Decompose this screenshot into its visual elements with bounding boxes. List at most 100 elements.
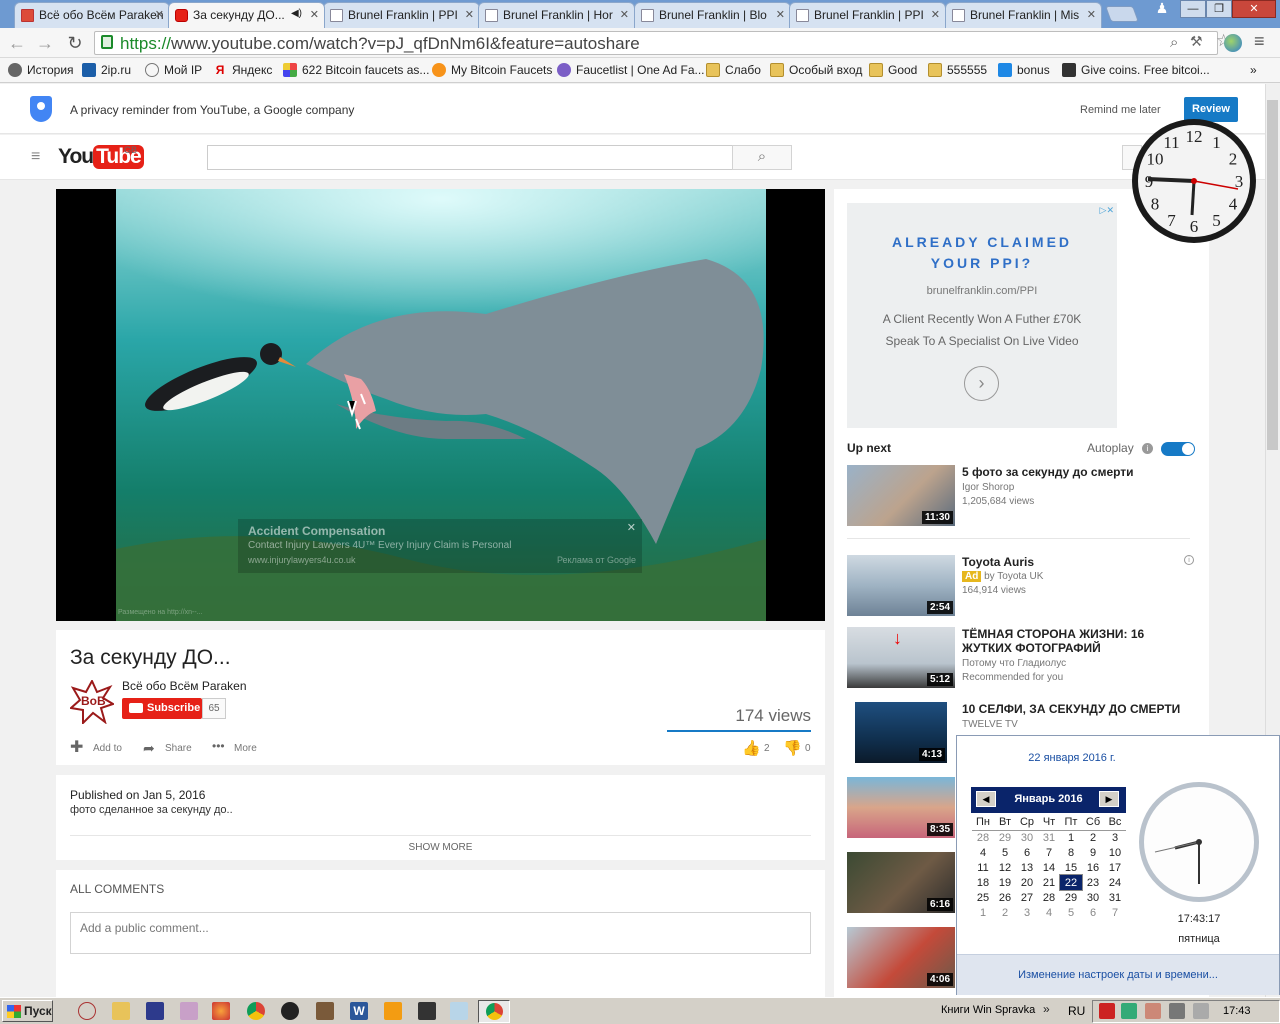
back-arrow-icon[interactable]: ← <box>6 32 28 54</box>
clock-gadget[interactable]: 11 10 9 8 7 6 5 4 3 2 1 12 <box>1130 117 1258 245</box>
bookmark-faucetlist[interactable]: Faucetlist | One Ad Fa... <box>557 63 705 77</box>
calendar-day[interactable]: 30 <box>1016 830 1038 845</box>
calendar-day[interactable]: 11 <box>972 860 994 875</box>
calendar-day[interactable]: 25 <box>972 890 994 905</box>
save-icon[interactable] <box>146 1002 164 1020</box>
close-icon[interactable]: ✕ <box>310 8 319 21</box>
calendar-day[interactable]: 13 <box>1016 860 1038 875</box>
menu-icon[interactable]: ≡ <box>1254 32 1265 50</box>
tab-4[interactable]: Brunel Franklin | Hor ✕ <box>478 2 635 28</box>
calendar-day[interactable]: 26 <box>994 890 1016 905</box>
thumbs-up-icon[interactable]: 👍 <box>742 739 761 757</box>
bookmark-give-coins[interactable]: Give coins. Free bitcoi... <box>1062 63 1210 77</box>
calendar-day[interactable]: 17 <box>1104 860 1126 875</box>
calendar-day[interactable]: 5 <box>1060 905 1082 920</box>
calendar-day[interactable]: 7 <box>1038 845 1060 860</box>
share-icon[interactable]: ➦ <box>143 740 155 757</box>
tray-icon[interactable] <box>1145 1003 1161 1019</box>
bookmark-bitcoin-faucets[interactable]: 622 Bitcoin faucets as... <box>283 63 429 77</box>
user-icon[interactable]: ♟ <box>1150 0 1174 18</box>
tab-2[interactable]: За секунду ДО... ◀) ✕ <box>168 2 325 28</box>
calendar-day[interactable]: 2 <box>994 905 1016 920</box>
close-icon[interactable]: ✕ <box>627 521 636 534</box>
adchoices-icon[interactable]: ▷✕ <box>1090 205 1114 217</box>
remind-later-button[interactable]: Remind me later <box>1080 104 1161 116</box>
new-tab-button[interactable] <box>1105 6 1139 22</box>
show-more-button[interactable]: SHOW MORE <box>56 842 825 853</box>
close-icon[interactable]: ✕ <box>620 8 629 21</box>
reload-icon[interactable]: ↻ <box>64 32 86 54</box>
calendar-day[interactable]: 6 <box>1016 845 1038 860</box>
bookmark-history[interactable]: История <box>8 63 74 77</box>
list-item[interactable]: 11:30 5 фото за секунду до смерти Igor S… <box>847 465 1197 530</box>
tab-5[interactable]: Brunel Franklin | Blo ✕ <box>634 2 791 28</box>
start-button[interactable]: Пуск <box>2 1000 53 1022</box>
calendar-day[interactable]: 21 <box>1038 875 1060 890</box>
calendar-day[interactable]: 29 <box>994 830 1016 845</box>
calendar-day[interactable]: 31 <box>1038 830 1060 845</box>
calendar-day[interactable]: 28 <box>972 830 994 845</box>
bookmark-my-ip[interactable]: Мой IP <box>145 63 202 77</box>
close-icon[interactable]: ✕ <box>155 8 164 21</box>
tools-icon[interactable]: ⚒ <box>1190 33 1203 50</box>
subscribe-button[interactable]: Subscribe <box>122 698 202 719</box>
guide-menu-icon[interactable]: ≡ <box>31 149 40 165</box>
add-icon[interactable]: ✚ <box>70 740 83 756</box>
bookmark-bonus[interactable]: bonus <box>998 63 1050 77</box>
app-icon[interactable] <box>450 1002 468 1020</box>
calendar-day[interactable]: 12 <box>994 860 1016 875</box>
video-player[interactable]: Accident Compensation Contact Injury Law… <box>56 189 825 621</box>
channel-name[interactable]: Всё обо Всём Paraken <box>122 679 247 693</box>
calendar-day[interactable]: 3 <box>1104 830 1126 845</box>
bookmark-my-bitcoin-faucets[interactable]: My Bitcoin Faucets <box>432 63 552 77</box>
thumbs-down-icon[interactable]: 👎 <box>783 739 802 757</box>
calendar-day[interactable]: 1 <box>1060 830 1082 845</box>
speaker-icon[interactable] <box>1193 1003 1209 1019</box>
display-ad[interactable]: ▷✕ ALREADY CLAIMED YOUR PPI? brunelfrank… <box>847 203 1117 428</box>
calendar-day[interactable]: 27 <box>1016 890 1038 905</box>
url-text[interactable]: https://www.youtube.com/watch?v=pJ_qfDnN… <box>120 34 640 54</box>
calendar-day[interactable]: 28 <box>1038 890 1060 905</box>
search-input[interactable] <box>207 145 733 170</box>
calendar-day[interactable]: 3 <box>1016 905 1038 920</box>
info-icon[interactable]: i <box>1142 443 1153 454</box>
youtube-logo[interactable]: You Tube GB <box>58 145 144 171</box>
calendar-day[interactable]: 14 <box>1038 860 1060 875</box>
globe-icon[interactable] <box>1224 34 1242 52</box>
comment-input[interactable]: Add a public comment... <box>70 912 811 954</box>
language-indicator[interactable]: RU <box>1068 1004 1085 1018</box>
calendar-day[interactable]: 6 <box>1082 905 1104 920</box>
tab-6[interactable]: Brunel Franklin | PPI ✕ <box>789 2 946 28</box>
list-item[interactable]: 2:54 Toyota Auris Ad by Toyota UK 164,91… <box>847 555 1197 620</box>
share-button[interactable]: Share <box>165 743 192 754</box>
calendar-day[interactable]: 29 <box>1060 890 1082 905</box>
more-button[interactable]: More <box>234 743 257 754</box>
chrome-task-button[interactable] <box>478 1000 510 1023</box>
bookmark-folder-good[interactable]: Good <box>869 63 917 77</box>
close-icon[interactable]: ✕ <box>1087 8 1096 21</box>
bookmark-folder-osobyi[interactable]: Особый вход <box>770 63 862 77</box>
app-icon[interactable] <box>281 1002 299 1020</box>
tab-3[interactable]: Brunel Franklin | PPI ✕ <box>323 2 480 28</box>
calendar-day[interactable]: 23 <box>1082 875 1104 890</box>
calendar-day[interactable]: 4 <box>972 845 994 860</box>
tray-icon[interactable] <box>1121 1003 1137 1019</box>
search-button[interactable]: ⌕ <box>732 145 792 170</box>
calendar-day[interactable]: 9 <box>1082 845 1104 860</box>
bookmark-2ip[interactable]: 2ip.ru <box>82 63 131 77</box>
restore-button[interactable]: ❐ <box>1206 0 1232 18</box>
overlay-ad[interactable]: Accident Compensation Contact Injury Law… <box>238 519 642 573</box>
toolbar-books[interactable]: Книги Win Spravka <box>941 1004 1035 1016</box>
chevron-double-icon[interactable]: » <box>1043 1002 1050 1016</box>
app-icon[interactable] <box>316 1002 334 1020</box>
calendar-day[interactable]: 8 <box>1060 845 1082 860</box>
close-icon[interactable]: ✕ <box>931 8 940 21</box>
calendar-day[interactable]: 24 <box>1104 875 1126 890</box>
network-icon[interactable] <box>1169 1003 1185 1019</box>
app-icon[interactable] <box>418 1002 436 1020</box>
bookmark-yandex[interactable]: Я Яндекс <box>213 63 273 77</box>
calendar-day[interactable]: 1 <box>972 905 994 920</box>
channel-avatar[interactable]: BoB <box>68 678 116 726</box>
calendar-day[interactable]: 18 <box>972 875 994 890</box>
calendar-day[interactable]: 30 <box>1082 890 1104 905</box>
